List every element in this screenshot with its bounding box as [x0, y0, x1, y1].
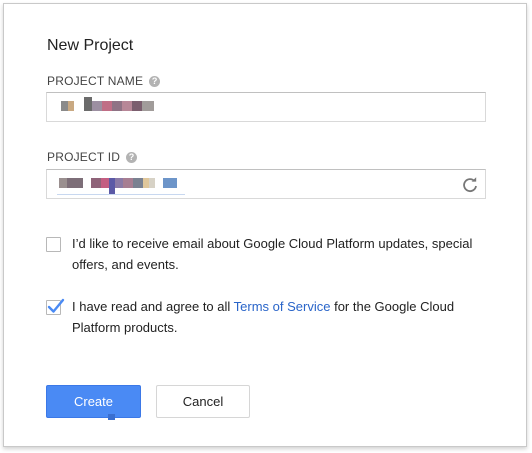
- email-opt-in-checkbox[interactable]: [46, 237, 61, 252]
- project-id-label-row: PROJECT ID ?: [47, 150, 138, 164]
- refresh-icon[interactable]: [462, 177, 478, 193]
- project-id-input[interactable]: [46, 169, 486, 199]
- project-name-input[interactable]: [46, 92, 486, 122]
- new-project-dialog: New Project PROJECT NAME ? PROJECT ID ?: [3, 3, 527, 447]
- terms-checkbox[interactable]: [46, 298, 65, 315]
- terms-row: I have read and agree to all Terms of Se…: [46, 296, 486, 338]
- help-icon[interactable]: ?: [126, 151, 138, 163]
- focus-indicator: [108, 414, 115, 420]
- project-id-label: PROJECT ID: [47, 150, 121, 164]
- checkmark-icon: [47, 298, 65, 313]
- email-opt-in-text: I’d like to receive email about Google C…: [72, 236, 473, 272]
- terms-text: I have read and agree to all Terms of Se…: [72, 296, 486, 338]
- dialog-title: New Project: [47, 37, 134, 54]
- help-icon[interactable]: ?: [149, 75, 161, 87]
- terms-text-before: I have read and agree to all: [72, 299, 234, 314]
- project-name-label-row: PROJECT NAME ?: [47, 74, 161, 88]
- terms-of-service-link[interactable]: Terms of Service: [234, 299, 331, 314]
- email-opt-in-row: I’d like to receive email about Google C…: [46, 236, 486, 275]
- project-name-label: PROJECT NAME: [47, 74, 144, 88]
- create-button[interactable]: Create: [46, 385, 141, 418]
- cancel-button[interactable]: Cancel: [156, 385, 250, 418]
